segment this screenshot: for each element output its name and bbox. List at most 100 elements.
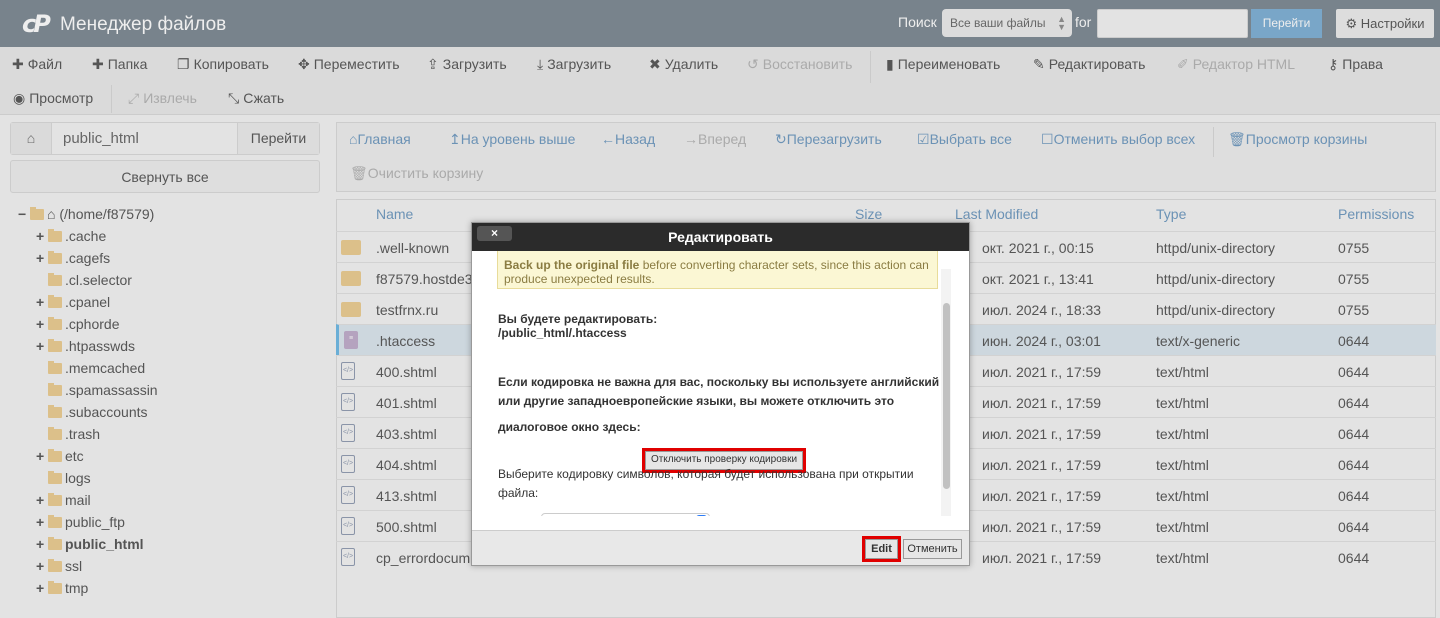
file-name[interactable]: .htaccess xyxy=(376,333,435,349)
file-name[interactable]: 401.shtml xyxy=(376,395,437,411)
file-name[interactable]: .well-known xyxy=(376,240,449,256)
file-name[interactable]: 403.shtml xyxy=(376,426,437,442)
tree-item[interactable]: + .cache xyxy=(36,228,106,244)
toolbar-button-move-icon[interactable]: ✥ Переместить xyxy=(298,56,400,73)
column-permissions[interactable]: Permissions xyxy=(1338,206,1414,222)
file-permissions: 0644 xyxy=(1338,519,1370,535)
file-type: httpd/unix-directory xyxy=(1156,302,1276,318)
tree-item[interactable]: + etc xyxy=(36,448,84,464)
nav-button-level-up-icon[interactable]: ↥На уровень выше xyxy=(449,131,575,148)
path-go-button[interactable]: Перейти xyxy=(237,123,319,154)
tree-item[interactable]: + .cagefs xyxy=(36,250,110,266)
column-size[interactable]: Size xyxy=(855,206,882,222)
settings-button[interactable]: ⚙ Настройки xyxy=(1336,9,1434,38)
toolbar-button-label: Копировать xyxy=(193,56,269,72)
column-name[interactable]: Name xyxy=(376,206,413,222)
file-name[interactable]: cp_errordocum xyxy=(376,550,470,566)
toolbar-button-download-icon[interactable]: ⤓ Загрузить xyxy=(537,56,611,73)
plus-icon[interactable]: + xyxy=(36,294,48,310)
edit-button[interactable]: Edit xyxy=(862,536,901,562)
file-permissions: 0644 xyxy=(1338,364,1370,380)
plus-icon[interactable]: + xyxy=(36,558,48,574)
toolbar-button-copy-icon[interactable]: ❐ Копировать xyxy=(177,56,269,73)
tree-item[interactable]: .memcached xyxy=(36,360,145,376)
search-go-button[interactable]: Перейти xyxy=(1251,9,1322,38)
tree-item[interactable]: + mail xyxy=(36,492,91,508)
toolbar-button-delete-icon[interactable]: ✖ Удалить xyxy=(649,56,718,73)
nav-button-home-icon[interactable]: ⌂Главная xyxy=(349,131,411,147)
plus-icon[interactable]: + xyxy=(36,514,48,530)
file-modified: июл. 2021 г., 17:59 xyxy=(982,550,1102,566)
path-input[interactable]: public_html xyxy=(63,130,139,147)
plus-icon[interactable]: + xyxy=(36,448,48,464)
search-input[interactable] xyxy=(1097,9,1248,38)
tree-item[interactable]: + ssl xyxy=(36,558,82,574)
file-type: text/html xyxy=(1156,364,1209,380)
tree-item[interactable]: .cl.selector xyxy=(36,272,132,288)
scrollbar-thumb[interactable] xyxy=(943,303,950,489)
extract-icon: ⤢ xyxy=(128,90,140,106)
minus-icon[interactable]: − xyxy=(18,206,30,222)
plus-icon[interactable]: + xyxy=(36,492,48,508)
file-name[interactable]: 400.shtml xyxy=(376,364,437,380)
plus-icon[interactable]: + xyxy=(36,580,48,596)
toolbar-button-label: Загрузить xyxy=(547,56,612,72)
toolbar-button-file-icon[interactable]: ▮ Переименовать xyxy=(886,56,1000,73)
column-type[interactable]: Type xyxy=(1156,206,1186,222)
plus-icon[interactable]: + xyxy=(36,536,48,552)
plus-icon[interactable]: + xyxy=(36,250,48,266)
toolbar-button-label: Удалить xyxy=(664,56,719,72)
folder-icon xyxy=(48,273,62,286)
tree-item[interactable]: + tmp xyxy=(36,580,88,596)
trash-icon: 🗑 xyxy=(1228,131,1246,147)
toolbar-button-pencil-icon[interactable]: ✎ Редактировать xyxy=(1033,56,1145,73)
home-icon[interactable]: ⌂ xyxy=(11,123,52,154)
arrow-right-icon: → xyxy=(684,131,698,147)
close-icon[interactable]: × xyxy=(477,226,512,241)
tree-item[interactable]: + .cpanel xyxy=(36,294,110,310)
file-permissions: 0644 xyxy=(1338,457,1370,473)
html-file-icon: </> xyxy=(341,455,355,473)
file-name[interactable]: testfrnx.ru xyxy=(376,302,438,318)
edit-button-label: Edit xyxy=(865,539,898,559)
toolbar-button-compress-icon[interactable]: ⤡ Сжать xyxy=(228,90,284,107)
tree-item[interactable]: logs xyxy=(36,470,91,486)
tree-root[interactable]: − ⌂ (/home/f87579) xyxy=(18,206,154,222)
for-label: for xyxy=(1075,14,1092,30)
toolbar-button-upload-icon[interactable]: ⇪ Загрузить xyxy=(427,56,507,73)
nav-button-checkbox-empty-icon[interactable]: ☐Отменить выбор всех xyxy=(1041,131,1195,148)
settings-label: Настройки xyxy=(1360,16,1425,31)
nav-button-arrow-left-icon[interactable]: ←Назад xyxy=(601,131,655,147)
plus-icon[interactable]: + xyxy=(36,338,48,354)
nav-button-refresh-icon[interactable]: ↻Перезагрузить xyxy=(775,131,882,148)
tree-item[interactable]: + public_html xyxy=(36,536,144,552)
toolbar-button-key-icon[interactable]: ⚷ Права xyxy=(1328,56,1383,73)
column-last-modified[interactable]: Last Modified xyxy=(955,206,1038,222)
tree-item[interactable]: + public_ftp xyxy=(36,514,125,530)
tree-item[interactable]: + .htpasswds xyxy=(36,338,135,354)
plus-icon[interactable]: + xyxy=(36,316,48,332)
tree-item[interactable]: + .cphorde xyxy=(36,316,119,332)
toolbar-button-eye-icon[interactable]: ◉ Просмотр xyxy=(13,90,93,107)
file-name[interactable]: f87579.hostde3 xyxy=(376,271,473,287)
nav-button-trash-icon[interactable]: 🗑Просмотр корзины xyxy=(1228,131,1367,148)
toolbar-button-plus-icon[interactable]: ✚ Файл xyxy=(12,56,62,73)
tree-item[interactable]: .subaccounts xyxy=(36,404,148,420)
nav-button-checkbox-checked-icon[interactable]: ☑Выбрать все xyxy=(917,131,1012,148)
app-title: Менеджер файлов xyxy=(60,14,227,35)
tree-item[interactable]: .trash xyxy=(36,426,100,442)
tree-item[interactable]: .spamassassin xyxy=(36,382,158,398)
cancel-button[interactable]: Отменить xyxy=(903,539,962,559)
file-name[interactable]: 500.shtml xyxy=(376,519,437,535)
file-name[interactable]: 413.shtml xyxy=(376,488,437,504)
tree-item-label: .cache xyxy=(65,228,107,244)
html-file-icon: </> xyxy=(341,548,355,566)
checkbox-checked-icon: ☑ xyxy=(917,131,930,147)
plus-icon[interactable]: + xyxy=(36,228,48,244)
html-file-icon: </> xyxy=(341,517,355,535)
search-scope-select[interactable]: Все ваши файлы ▲ ▼ xyxy=(942,9,1072,37)
toolbar-button-plus-icon[interactable]: ✚ Папка xyxy=(92,56,147,73)
file-name[interactable]: 404.shtml xyxy=(376,457,437,473)
collapse-all-button[interactable]: Свернуть все xyxy=(10,160,320,193)
charset-select[interactable]: utf-8 ⇕ xyxy=(541,513,710,516)
